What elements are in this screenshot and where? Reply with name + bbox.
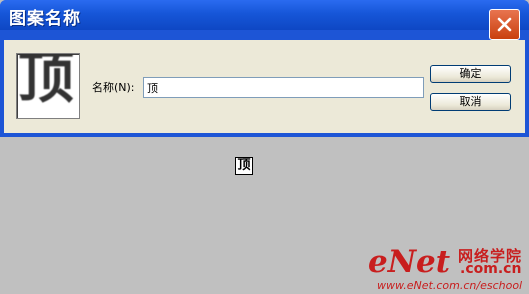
canvas-pattern-text: 顶 (235, 157, 253, 175)
close-button[interactable] (489, 9, 520, 40)
dialog-title: 图案名称 (9, 9, 81, 29)
cancel-button[interactable]: 取消 (430, 93, 511, 111)
name-input[interactable] (143, 77, 424, 98)
watermark-brand: eNet (368, 244, 451, 280)
ok-button[interactable]: 确定 (430, 65, 511, 83)
close-icon (497, 17, 512, 32)
title-bar[interactable]: 图案名称 (0, 0, 529, 30)
watermark-domain: .com.cn (460, 261, 522, 277)
pattern-thumbnail: 顶 (16, 53, 80, 119)
pattern-thumbnail-glyph: 顶 (18, 53, 74, 111)
watermark-url: www.eNet.com.cn/eschool (377, 279, 523, 292)
pattern-name-dialog: 图案名称 顶 名称(N): 确定 取消 (0, 0, 529, 137)
name-label: 名称(N): (92, 81, 135, 94)
dialog-body: 顶 名称(N): 确定 取消 (4, 40, 525, 133)
